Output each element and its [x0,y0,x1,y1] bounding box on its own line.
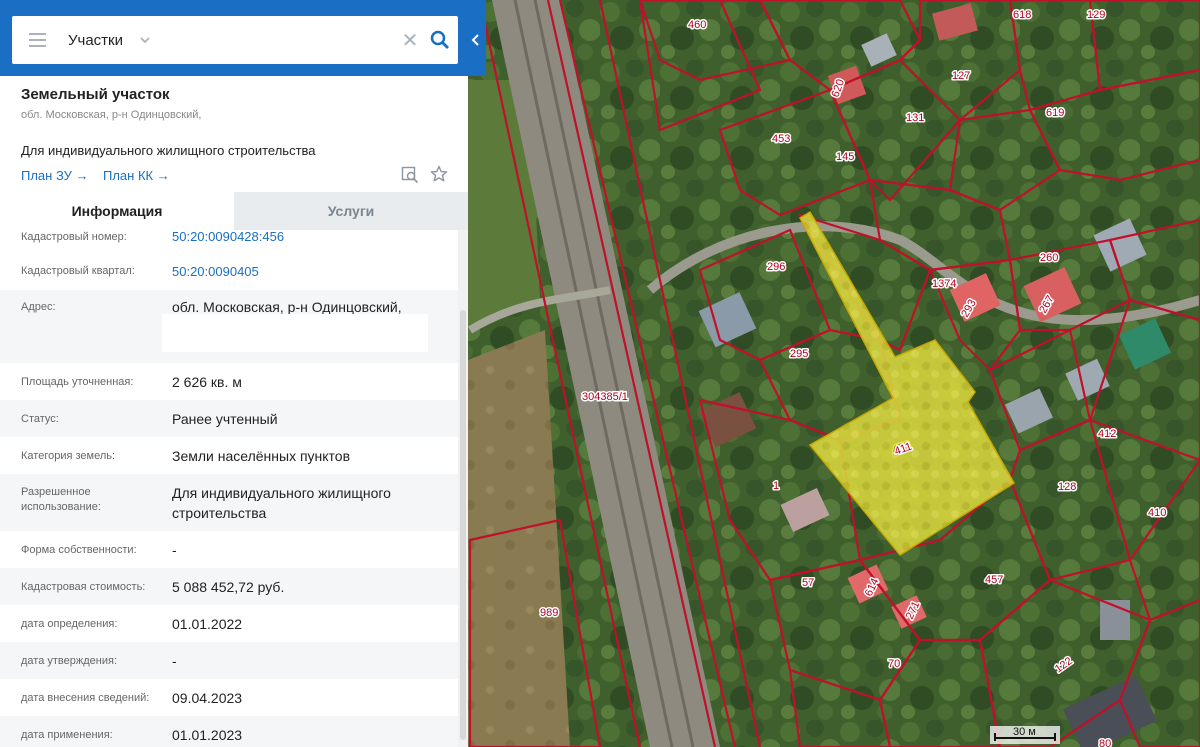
cadastral-number-link[interactable]: 50:20:0090428:456 [172,230,452,247]
parcel-label[interactable]: 296 [766,260,787,275]
info-value: Земли населённых пунктов [172,448,351,464]
parcel-label[interactable]: 131 [905,111,926,126]
info-row: Кадастровая стоимость: 5 088 452,72 руб. [0,568,458,605]
parcel-label[interactable]: 57 [801,576,816,591]
info-value: - [172,653,177,669]
scale-text: 30 м [1013,726,1036,738]
info-row: Статус: Ранее учтенный [0,400,458,437]
object-title: Земельный участок [21,86,170,103]
parcel-label[interactable]: 1374 [931,277,958,292]
info-row: дата внесения сведений: 09.04.2023 [0,679,458,716]
info-label: дата определения: [21,618,118,630]
parcel-label[interactable]: 127 [951,69,972,84]
info-label: Адрес: [21,301,56,313]
close-icon[interactable]: ✕ [398,16,422,64]
parcel-label[interactable]: 295 [789,347,810,362]
tab-information[interactable]: Информация [0,192,234,230]
menu-icon[interactable] [12,16,62,64]
cadastral-quarter-link[interactable]: 50:20:0090405 [172,262,452,282]
info-label: дата внесения сведений: [21,692,150,704]
info-label: дата применения: [21,729,113,741]
info-row: Площадь уточненная: 2 626 кв. м [0,363,458,400]
tab-services[interactable]: Услуги [234,192,468,230]
parcel-label[interactable]: 70 [887,657,902,672]
parcel-label[interactable]: 260 [1039,251,1060,266]
parcel-label[interactable]: 129 [1086,8,1107,23]
info-value: - [172,542,177,558]
object-use: Для индивидуального жилищного строительс… [21,143,316,158]
info-value: Для индивидуального жилищного строительс… [172,485,391,521]
info-label: дата утверждения: [21,655,118,667]
parcel-label[interactable]: 618 [1012,8,1033,23]
scrollbar[interactable] [458,230,468,747]
info-value: 01.01.2023 [172,727,243,743]
parcel-label[interactable]: 80 [1098,737,1113,747]
info-value: Ранее учтенный [172,411,278,427]
scrollbar-thumb[interactable] [460,310,466,740]
info-label: Категория земель: [21,450,116,462]
info-row: Разрешенное использование: Для индивидуа… [0,474,458,531]
chevron-down-icon[interactable] [135,30,155,50]
info-row: дата определения: 01.01.2022 [0,605,458,642]
star-icon[interactable] [430,165,448,188]
address-blank [162,314,428,352]
chevron-left-icon [471,34,479,46]
info-value: 01.01.2022 [172,616,243,632]
info-value: 09.04.2023 [172,690,243,706]
parcel-label[interactable]: 410 [1147,506,1168,521]
info-row: Форма собственности: - [0,531,458,568]
info-row: Категория земель: Земли населённых пункт… [0,437,458,474]
parcel-label[interactable]: 989 [539,606,560,621]
search-type-label[interactable]: Участки [68,32,123,49]
parcel-label[interactable]: 145 [835,150,856,165]
info-value: 5 088 452,72 руб. [172,579,285,595]
parcel-label[interactable]: 1 [772,479,781,494]
plan-zu-link[interactable]: План ЗУ → [21,168,89,183]
info-label: Площадь уточненная: [21,376,134,388]
info-label: Кадастровый квартал: [21,265,135,277]
info-label: Форма собственности: [21,544,137,556]
info-row: дата утверждения: - [0,642,458,679]
search-header: Участки ✕ [0,0,486,76]
info-label: Разрешенное использование: [21,486,101,513]
search-icon[interactable] [422,16,458,64]
info-label: Кадастровая стоимость: [21,581,146,593]
panel-tabs: Информация Услуги [0,192,468,230]
info-row: Кадастровый номер: 50:20:0090428:456 [0,230,458,254]
parcel-label[interactable]: 619 [1045,106,1066,121]
info-value: 2 626 кв. м [172,374,242,390]
search-input[interactable] [161,20,398,60]
find-on-map-icon[interactable] [401,166,419,189]
parcel-label[interactable]: 412 [1097,427,1118,442]
info-row: Кадастровый квартал: 50:20:0090405 [0,254,458,290]
object-address: обл. Московская, р-н Одинцовский, [21,109,202,121]
parcel-label[interactable]: 453 [771,132,792,147]
parcel-label[interactable]: 128 [1057,480,1078,495]
info-panel: Земельный участок обл. Московская, р-н О… [0,76,468,747]
info-label: Статус: [21,413,59,425]
parcel-label[interactable]: 457 [984,573,1005,588]
info-list: Кадастровый номер: 50:20:0090428:456 Кад… [0,230,458,747]
collapse-panel-button[interactable] [466,20,486,60]
search-box: Участки ✕ [12,16,458,64]
info-row: дата применения: 01.01.2023 [0,716,458,747]
parcel-label[interactable]: 460 [687,18,708,33]
road-label: 304385/1 [582,391,628,403]
plan-kk-link[interactable]: План КК → [103,168,170,183]
info-row: Адрес: обл. Московская, р-н Одинцовский, [0,290,458,363]
info-label: Кадастровый номер: [21,231,127,243]
